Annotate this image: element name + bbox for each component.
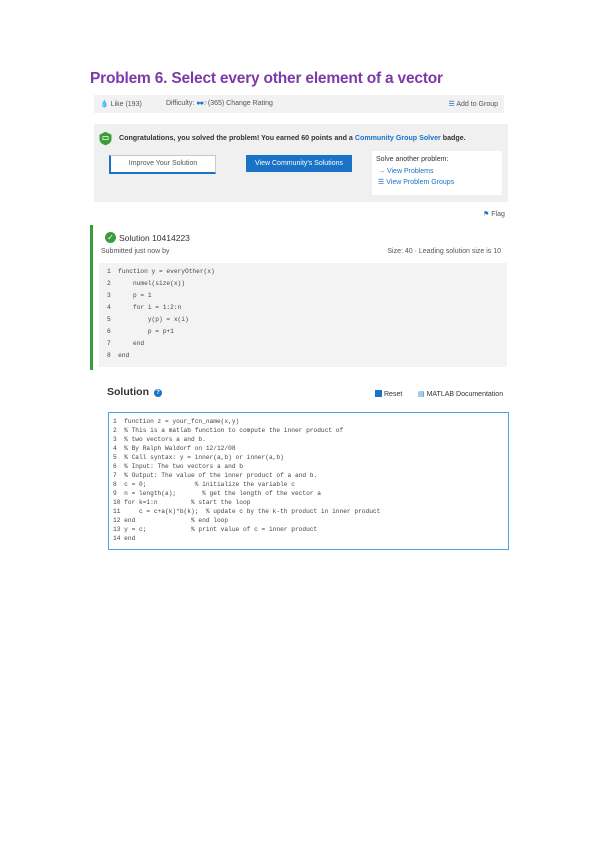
check-icon: ✓ <box>105 232 116 243</box>
code-line: 13 y = c; % print value of c = inner pro… <box>113 526 318 533</box>
reset-icon <box>375 390 382 397</box>
reset-label: Reset <box>384 391 403 398</box>
change-rating-link[interactable]: Change Rating <box>226 100 273 107</box>
difficulty-dots: ●●○ <box>196 100 207 107</box>
solution-heading: Solution ? <box>107 386 162 398</box>
difficulty-rating: Difficulty: ●●○ (365) Change Rating <box>166 100 273 107</box>
congratulations-message: Congratulations, you solved the problem!… <box>119 134 466 142</box>
view-problem-groups-label: View Problem Groups <box>386 179 455 186</box>
submitted-by: Submitted just now by <box>101 248 170 255</box>
code-line: 8 c = 0; % initialize the variable c <box>113 481 295 488</box>
view-problem-groups-link[interactable]: ☰ View Problem Groups <box>378 178 454 186</box>
improve-solution-button[interactable]: Improve Your Solution <box>109 155 216 174</box>
solve-another-heading: Solve another problem: <box>376 156 449 163</box>
code-line: 11 c = c+a(k)*b(k); % update c by the k-… <box>113 508 381 515</box>
view-problems-label: View Problems <box>386 168 434 175</box>
code-line: 12 end % end loop <box>113 517 229 524</box>
code-line: 4 % By Ralph Waldorf on 12/12/08 <box>113 445 236 452</box>
code-line: 2 % This is a matlab function to compute… <box>113 427 344 434</box>
drop-icon: 💧 <box>100 101 109 108</box>
matlab-documentation-link[interactable]: ▤ MATLAB Documentation <box>418 390 503 398</box>
like-label: Like (193) <box>110 101 142 108</box>
difficulty-label: Difficulty: <box>166 100 195 107</box>
code-line: 3 % two vectors a and b. <box>113 436 206 443</box>
code-line: 1 function y = everyOther(x) <box>107 268 215 275</box>
solution-id[interactable]: Solution 10414223 <box>119 233 190 243</box>
congrats-text-pre: Congratulations, you solved the problem!… <box>119 134 353 142</box>
badge-icon <box>99 131 112 146</box>
solution-heading-label: Solution <box>107 386 149 398</box>
code-line: 7 end <box>107 340 145 347</box>
code-line: 9 n = length(a); % get the length of the… <box>113 490 321 497</box>
reset-button[interactable]: Reset <box>375 390 402 398</box>
list-add-icon: ☰ <box>448 101 455 108</box>
help-icon[interactable]: ? <box>153 389 162 397</box>
submitted-solution-card: ✓ Solution 10414223 Submitted just now b… <box>90 225 511 370</box>
code-line: 5 % Call syntax: y = inner(a,b) or inner… <box>113 454 284 461</box>
code-line: 14 end <box>113 535 136 542</box>
code-line: 3 p = 1 <box>107 292 152 299</box>
add-to-group-button[interactable]: ☰ Add to Group <box>449 100 498 108</box>
community-badge-link[interactable]: Community Group Solver <box>355 134 441 142</box>
problem-title: Problem 6. Select every other element of… <box>90 70 443 87</box>
flag-button[interactable]: ⚑ Flag <box>483 210 505 218</box>
problem-meta-bar: 💧 Like (193) Difficulty: ●●○ (365) Chang… <box>94 95 504 113</box>
like-button[interactable]: 💧 Like (193) <box>100 100 142 108</box>
solution-size-info: Size: 40 · Leading solution size is 10 <box>387 248 501 255</box>
code-line: 6 % Input: The two vectors a and b <box>113 463 243 470</box>
code-line: 2 numel(size(x)) <box>107 280 185 287</box>
flag-label: Flag <box>491 211 505 218</box>
code-line: 4 for i = 1:2:n <box>107 304 182 311</box>
code-line: 7 % Output: The value of the inner produ… <box>113 472 318 479</box>
solve-another-box: Solve another problem: → View Problems ☰… <box>372 151 502 195</box>
matlab-documentation-label: MATLAB Documentation <box>426 391 504 398</box>
documentation-icon: ▤ <box>418 391 425 398</box>
add-to-group-label: Add to Group <box>456 101 498 108</box>
code-line: 6 p = p+1 <box>107 328 174 335</box>
flag-icon: ⚑ <box>483 211 490 218</box>
difficulty-value: (365) <box>207 100 225 107</box>
submitted-code-block: 1 function y = everyOther(x) 2 numel(siz… <box>99 263 507 367</box>
congrats-text-post: badge. <box>442 134 466 142</box>
code-line: 5 y(p) = x(i) <box>107 316 189 323</box>
code-line: 8 end <box>107 352 130 359</box>
code-line: 10 for k=1:n % start the loop <box>113 499 251 506</box>
solution-code-editor[interactable]: 1 function z = your_fcn_name(x,y) 2 % Th… <box>108 412 509 550</box>
congratulations-panel: Congratulations, you solved the problem!… <box>94 124 508 202</box>
view-community-solutions-button[interactable]: View Community's Solutions <box>246 155 352 172</box>
code-line: 1 function z = your_fcn_name(x,y) <box>113 418 240 425</box>
view-problems-link[interactable]: → View Problems <box>378 168 434 175</box>
